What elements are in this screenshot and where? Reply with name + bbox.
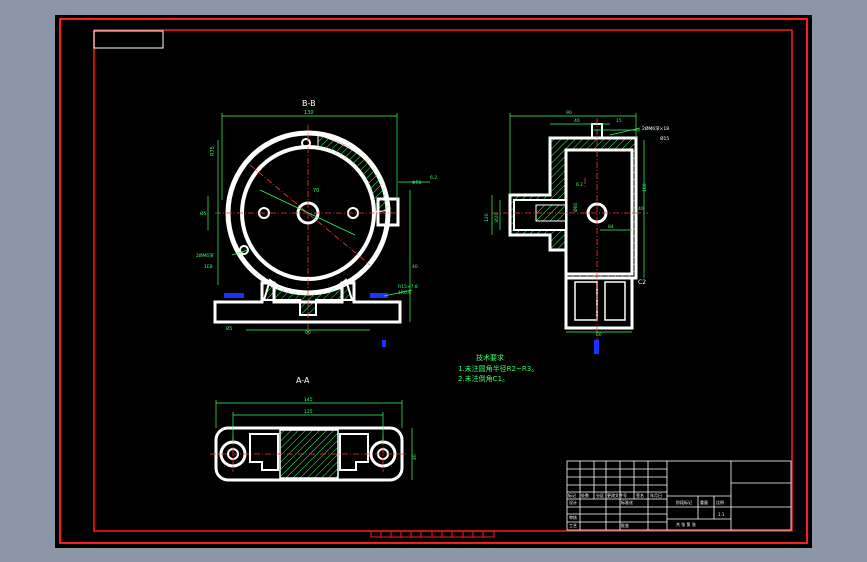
side-dim-thread: 2ØM6深×18 (642, 125, 669, 132)
aa-dim-125: 125 (304, 409, 313, 415)
side-dim-84: 84 (608, 224, 614, 230)
dim-130: 130 (304, 110, 314, 116)
tb-standard: 标准化 (621, 499, 633, 505)
notes-line-2: 2.未注倒角C1。 (458, 374, 509, 383)
side-dim-120: 120 (484, 213, 490, 222)
side-dim-c2: C2 (638, 279, 646, 286)
dim-1e8: 1E8 (204, 264, 213, 270)
dim-6-2: 6.2 (430, 175, 437, 181)
dim-1r06: 1R0.6 (398, 290, 411, 296)
dim-thread: 2ØM6深 (196, 252, 214, 259)
tb-scale: 比例 (716, 499, 724, 505)
tb-change-doc: 更改文件号 (607, 492, 627, 498)
side-dim-d60: Ø60 (572, 203, 579, 212)
tb-review: 审核 (569, 514, 577, 520)
tb-date: 年月日 (650, 492, 662, 498)
dim-r15: R15×7.8 (398, 284, 418, 290)
drawing-area (55, 15, 812, 548)
side-dim-d15: Ø15 (660, 135, 669, 142)
tb-sheet: 共 张 第 张 (676, 521, 696, 527)
tb-stage-mark: 阶段标记 (676, 499, 692, 505)
tb-approve: 批准 (621, 522, 629, 528)
notes-title: 技术要求 (476, 353, 504, 362)
side-dim-15: 15 (616, 118, 622, 124)
side-dim-160: 160 (642, 183, 648, 192)
base-slot-left (224, 293, 244, 298)
side-marker (594, 340, 599, 354)
marker-small (382, 340, 386, 347)
dim-d5-bottom: Ø5 (226, 325, 233, 332)
aa-dim-40: 40 (412, 454, 418, 460)
section-bb-label: B-B (302, 99, 316, 108)
tb-weight: 重量 (700, 499, 708, 505)
tb-scale-value: 1:1 (718, 512, 725, 517)
tb-process: 工艺 (569, 523, 577, 528)
dim-r75: R75 (210, 146, 216, 156)
tb-mark: 标记 (568, 492, 576, 498)
tb-count: 处数 (581, 492, 589, 498)
side-dim-60: 60 (596, 332, 602, 338)
side-dim-40b: 40 (638, 206, 644, 212)
notes-line-1: 1.未注圆角半径R2~R3。 (458, 364, 538, 373)
tb-signature: 签名 (636, 492, 644, 498)
side-dim-d20: Ø20 (493, 213, 500, 222)
tb-designer: 设计 (569, 499, 577, 505)
dim-70: 70 (313, 188, 319, 194)
side-dim-90: 90 (566, 110, 572, 116)
dim-40: 40 (412, 264, 418, 270)
side-dim-40: 40 (574, 118, 580, 124)
tb-zone: 分区 (596, 492, 604, 498)
cad-drawing-canvas: B-B 130 R75 70 ΦR6 Ø5 2ØM6深 1E8 R15×7.8 … (55, 15, 812, 548)
dim-90: 90 (305, 330, 311, 336)
aa-dim-145: 145 (304, 397, 313, 403)
section-aa-label: A-A (296, 376, 310, 385)
side-dim-6-2: 6.2 (576, 182, 583, 188)
dim-d5-left: Ø5 (200, 210, 207, 217)
dim-phi-r6: ΦR6 (412, 180, 422, 186)
